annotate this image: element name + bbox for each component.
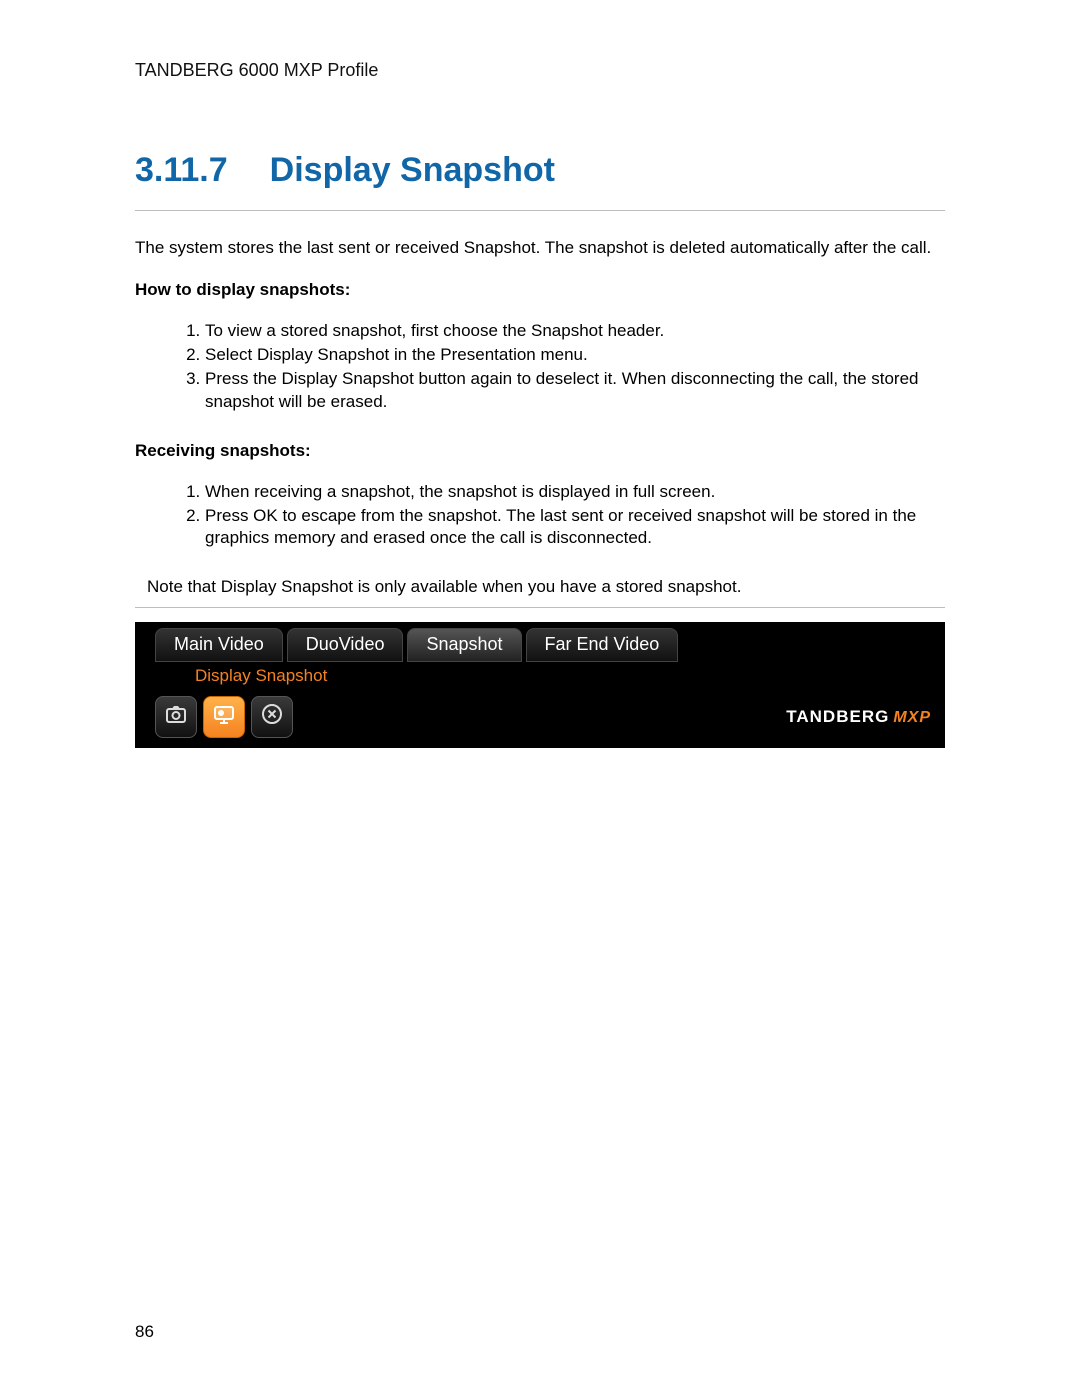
receiving-heading: Receiving snapshots: — [135, 441, 945, 461]
section-heading: 3.11.7 Display Snapshot — [135, 151, 945, 190]
howto-steps: To view a stored snapshot, first choose … — [135, 320, 945, 412]
howto-step: To view a stored snapshot, first choose … — [205, 320, 945, 342]
divider — [135, 607, 945, 608]
howto-step: Select Display Snapshot in the Presentat… — [205, 344, 945, 366]
page-number: 86 — [135, 1322, 154, 1342]
receiving-step: Press OK to escape from the snapshot. Th… — [205, 505, 945, 549]
note-paragraph: Note that Display Snapshot is only avail… — [147, 577, 945, 597]
product-header: TANDBERG 6000 MXP Profile — [135, 60, 945, 81]
intro-paragraph: The system stores the last sent or recei… — [135, 237, 945, 258]
close-button[interactable] — [251, 696, 293, 738]
tab-far-end-video[interactable]: Far End Video — [526, 628, 679, 662]
receiving-step: When receiving a snapshot, the snapshot … — [205, 481, 945, 503]
tab-duovideo[interactable]: DuoVideo — [287, 628, 404, 662]
display-snapshot-icon — [212, 702, 236, 731]
tab-main-video[interactable]: Main Video — [155, 628, 283, 662]
brand-name: TANDBERG — [786, 707, 889, 727]
receiving-steps: When receiving a snapshot, the snapshot … — [135, 481, 945, 549]
take-snapshot-button[interactable] — [155, 696, 197, 738]
tab-snapshot[interactable]: Snapshot — [407, 628, 521, 662]
submenu-label: Display Snapshot — [135, 662, 945, 692]
brand-suffix: MXP — [893, 709, 931, 727]
howto-heading: How to display snapshots: — [135, 280, 945, 300]
presentation-menu-screenshot: Main Video DuoVideo Snapshot Far End Vid… — [135, 622, 945, 748]
tab-bar: Main Video DuoVideo Snapshot Far End Vid… — [135, 622, 945, 662]
close-icon — [260, 702, 284, 731]
display-snapshot-button[interactable] — [203, 696, 245, 738]
section-title: Display Snapshot — [270, 151, 555, 189]
camera-icon — [164, 702, 188, 731]
divider — [135, 210, 945, 211]
howto-step: Press the Display Snapshot button again … — [205, 368, 945, 412]
section-number: 3.11.7 — [135, 151, 228, 189]
brand-logo: TANDBERG MXP — [786, 707, 931, 727]
icon-row: TANDBERG MXP — [135, 692, 945, 748]
